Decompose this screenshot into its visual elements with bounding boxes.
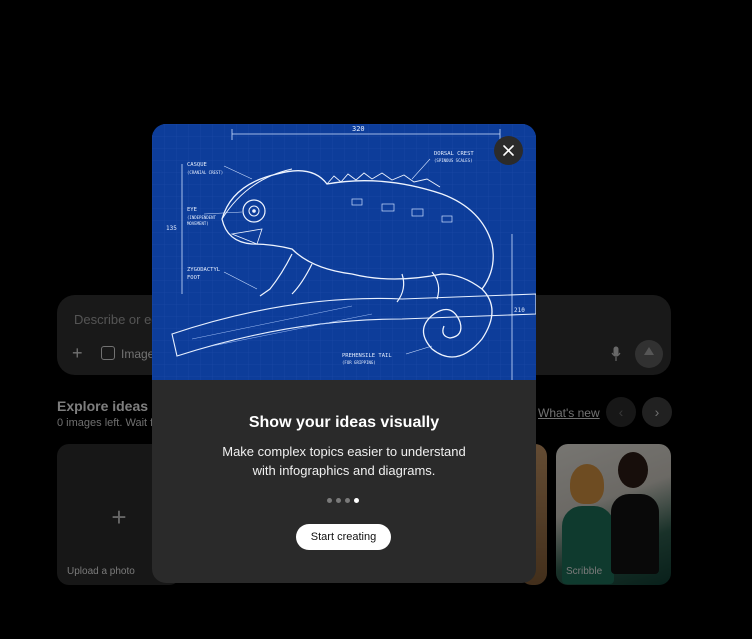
- foot-label: FOOT: [187, 275, 201, 281]
- dimension-top-label: 320: [352, 125, 365, 133]
- image-icon[interactable]: [101, 346, 115, 360]
- prehensile-tail-sublabel: (FOR GRIPPING): [342, 360, 376, 365]
- microphone-icon[interactable]: [611, 346, 621, 362]
- chameleon-blueprint-illustration: 320 135 210 CASQUE (CRANIAL CREST) EYE (…: [152, 124, 536, 380]
- modal-description: Make complex topics easier to understand…: [222, 444, 466, 478]
- add-icon[interactable]: +: [72, 344, 88, 362]
- image-button-label[interactable]: Image: [121, 347, 154, 361]
- dorsal-crest-sublabel: (SPINOUS SCALES): [434, 158, 473, 163]
- upload-photo-label: Upload a photo: [67, 566, 135, 577]
- zygodactyl-label: ZYGODACTYL: [187, 267, 221, 273]
- eye-sublabel-2: MOVEMENT): [187, 221, 209, 226]
- casque-label: CASQUE: [187, 162, 207, 168]
- eye-label: EYE: [187, 207, 197, 213]
- pagination-dot[interactable]: [336, 498, 341, 503]
- dorsal-crest-label: DORSAL CREST: [434, 151, 474, 157]
- scribble-figure-head: [618, 452, 648, 488]
- scribble-figure-hair: [570, 464, 604, 504]
- send-button[interactable]: [635, 340, 663, 368]
- whats-new-link[interactable]: What's new: [538, 406, 600, 420]
- explore-title: Explore ideas: [57, 398, 149, 414]
- scribble-figure-suit: [611, 494, 659, 574]
- carousel-prev-button[interactable]: ‹: [606, 397, 636, 427]
- start-creating-button[interactable]: Start creating: [296, 524, 391, 550]
- pagination-dot-active[interactable]: [354, 498, 359, 503]
- pagination-dots: [327, 498, 359, 503]
- carousel-next-button[interactable]: ›: [642, 397, 672, 427]
- dimension-right-label: 210: [514, 307, 525, 314]
- eye-sublabel-1: (INDEPENDENT: [187, 215, 216, 220]
- close-icon[interactable]: [501, 143, 516, 158]
- prehensile-tail-label: PREHENSILE TAIL: [342, 353, 392, 359]
- casque-sublabel: (CRANIAL CREST): [187, 170, 223, 175]
- modal-title: Show your ideas visually: [248, 414, 440, 431]
- pagination-dot[interactable]: [327, 498, 332, 503]
- scribble-label: Scribble: [566, 566, 603, 577]
- close-button[interactable]: [494, 136, 523, 165]
- plus-icon: +: [111, 502, 127, 532]
- dimension-left-label: 135: [166, 225, 177, 232]
- blueprint-hero-image: 320 135 210 CASQUE (CRANIAL CREST) EYE (…: [152, 124, 536, 380]
- onboarding-modal: 320 135 210 CASQUE (CRANIAL CREST) EYE (…: [152, 124, 536, 583]
- pagination-dot[interactable]: [345, 498, 350, 503]
- scribble-card[interactable]: Scribble: [556, 444, 671, 585]
